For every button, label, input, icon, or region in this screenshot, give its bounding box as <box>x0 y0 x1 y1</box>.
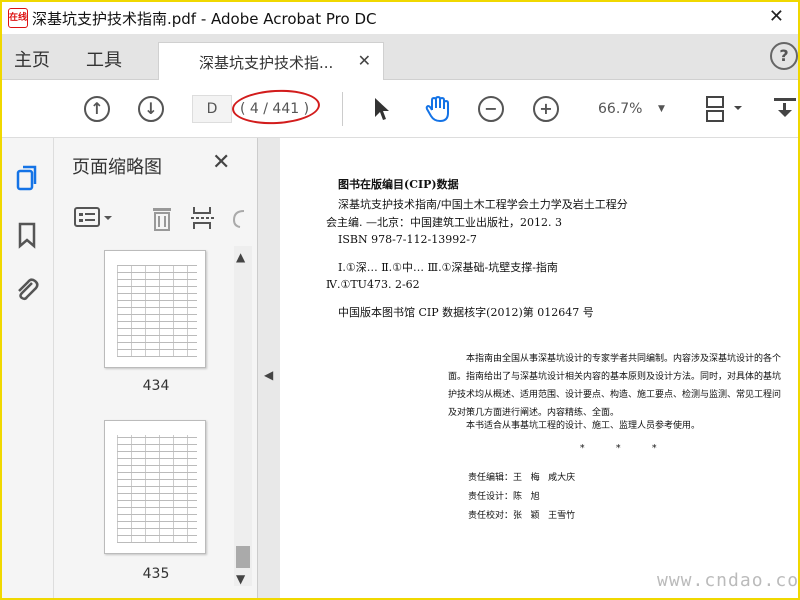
cip-number: 中国版本图书馆 CIP 数据核字(2012)第 012647 号 <box>338 306 594 319</box>
thumbnail-label: 435 <box>142 566 170 582</box>
credit-editor: 责任编辑：王 梅 咸大庆 <box>468 473 576 483</box>
summary-line: 本指南由全国从事深基坑设计的专家学者共同编制。内容涉及深基坑设计的各个 <box>466 354 782 364</box>
tab-tools[interactable]: 工具 <box>86 46 122 72</box>
panel-title: 页面缩略图 <box>72 157 162 178</box>
cip-line: 深基坑支护技术指南/中国土木工程学会土力学及岩土工程分 <box>338 198 628 211</box>
thumbnail-list: 434 435 <box>54 246 234 598</box>
delete-page-icon[interactable] <box>150 204 174 232</box>
previous-page-icon[interactable]: ↑ <box>84 96 110 122</box>
page-number-input[interactable]: D <box>192 95 232 123</box>
thumbnail-page[interactable] <box>104 250 206 368</box>
thumbnail-content <box>117 265 197 357</box>
credit-proofreader: 责任校对：张 颖 王雪竹 <box>468 511 576 521</box>
zoom-out-icon[interactable]: − <box>478 96 504 122</box>
summary-line: 护技术均从概述、适用范围、设计要点、构造、施工要点、检测与监测、常见工程问 <box>448 390 782 400</box>
window-close-button[interactable]: ✕ <box>769 6 784 27</box>
thumbnail-scrollbar[interactable]: ▲ ▼ <box>234 246 252 586</box>
zoom-in-icon[interactable]: + <box>533 96 559 122</box>
toolbar-divider <box>342 92 343 126</box>
thumbnail-content <box>117 435 197 543</box>
summary-line: 面。指南给出了与深基坑设计相关内容的基本原则及设计方法。同时，对具体的基坑 <box>448 372 782 382</box>
next-page-icon[interactable]: ↓ <box>138 96 164 122</box>
toolbar: ↑ ↓ D ( 4 / 441 ) − + 66.7% ▼ <box>2 80 798 138</box>
thumbnail-page[interactable] <box>104 420 206 554</box>
tab-home[interactable]: 主页 <box>14 46 50 72</box>
select-tool-icon[interactable] <box>372 96 392 122</box>
scroll-thumb[interactable] <box>236 546 250 568</box>
page-thumbnails-icon[interactable] <box>12 162 42 192</box>
help-button[interactable]: ? <box>770 42 798 70</box>
attachments-icon[interactable] <box>12 274 42 304</box>
collapse-panel-icon[interactable]: ◀ <box>264 368 273 382</box>
window-title: 深基坑支护技术指南.pdf - Adobe Acrobat Pro DC <box>32 10 377 28</box>
zoom-level[interactable]: 66.7% <box>598 101 642 117</box>
credit-designer: 责任设计：陈 旭 <box>468 492 540 502</box>
summary-line: 本书适合从事基坑工程的设计、施工、监理人员参考使用。 <box>466 421 701 431</box>
close-panel-icon[interactable]: ✕ <box>212 150 230 175</box>
tab-document-label: 深基坑支护技术指... <box>199 54 334 72</box>
cip-line: 会主编. —北京：中国建筑工业出版社，2012. 3 <box>326 216 562 229</box>
separator-stars: * * * <box>580 444 657 454</box>
thumbnails-panel: 页面缩略图 ✕ 434 435 ▲ ▼ <box>54 138 258 598</box>
panel-toolbar <box>54 196 258 240</box>
scroll-up-icon[interactable]: ▲ <box>236 250 245 264</box>
summary-line: 及对策几方面进行阐述。内容精练、全面。 <box>448 408 620 418</box>
hand-tool-icon[interactable] <box>424 94 452 124</box>
close-tab-icon[interactable]: ✕ <box>358 51 371 70</box>
watermark: www.cndao.com <box>657 570 798 591</box>
page-layout-icon[interactable] <box>704 94 746 124</box>
cip-isbn: ISBN 978-7-112-13992-7 <box>338 233 477 246</box>
scroll-down-icon[interactable]: ▼ <box>236 572 245 586</box>
extract-page-icon[interactable] <box>190 204 216 232</box>
cip-subject: Ⅰ.①深… Ⅱ.①中… Ⅲ.①深基础-坑壁支撑-指南 <box>338 261 558 274</box>
document-view: 图书在版编目(CIP)数据 深基坑支护技术指南/中国土木工程学会土力学及岩土工程… <box>280 138 798 598</box>
options-menu-icon[interactable] <box>74 206 116 230</box>
tab-document[interactable]: 深基坑支护技术指... ✕ <box>158 42 384 80</box>
app-logo: 在线 <box>8 8 28 28</box>
bookmarks-icon[interactable] <box>12 220 42 250</box>
thumbnail-label: 434 <box>142 378 170 394</box>
zoom-dropdown-icon[interactable]: ▼ <box>658 104 665 114</box>
rotate-page-icon[interactable] <box>230 206 250 230</box>
tab-bar: 主页 工具 深基坑支护技术指... ✕ ? <box>2 34 798 80</box>
title-bar: 在线 深基坑支护技术指南.pdf - Adobe Acrobat Pro DC … <box>2 2 798 34</box>
left-rail <box>2 138 54 598</box>
cip-subject: Ⅳ.①TU473. 2-62 <box>326 278 420 291</box>
download-icon[interactable] <box>772 94 798 124</box>
cip-title: 图书在版编目(CIP)数据 <box>338 178 459 191</box>
panel-collapse-strip[interactable]: ◀ <box>258 138 280 598</box>
acrobat-window: 在线 深基坑支护技术指南.pdf - Adobe Acrobat Pro DC … <box>2 2 798 598</box>
